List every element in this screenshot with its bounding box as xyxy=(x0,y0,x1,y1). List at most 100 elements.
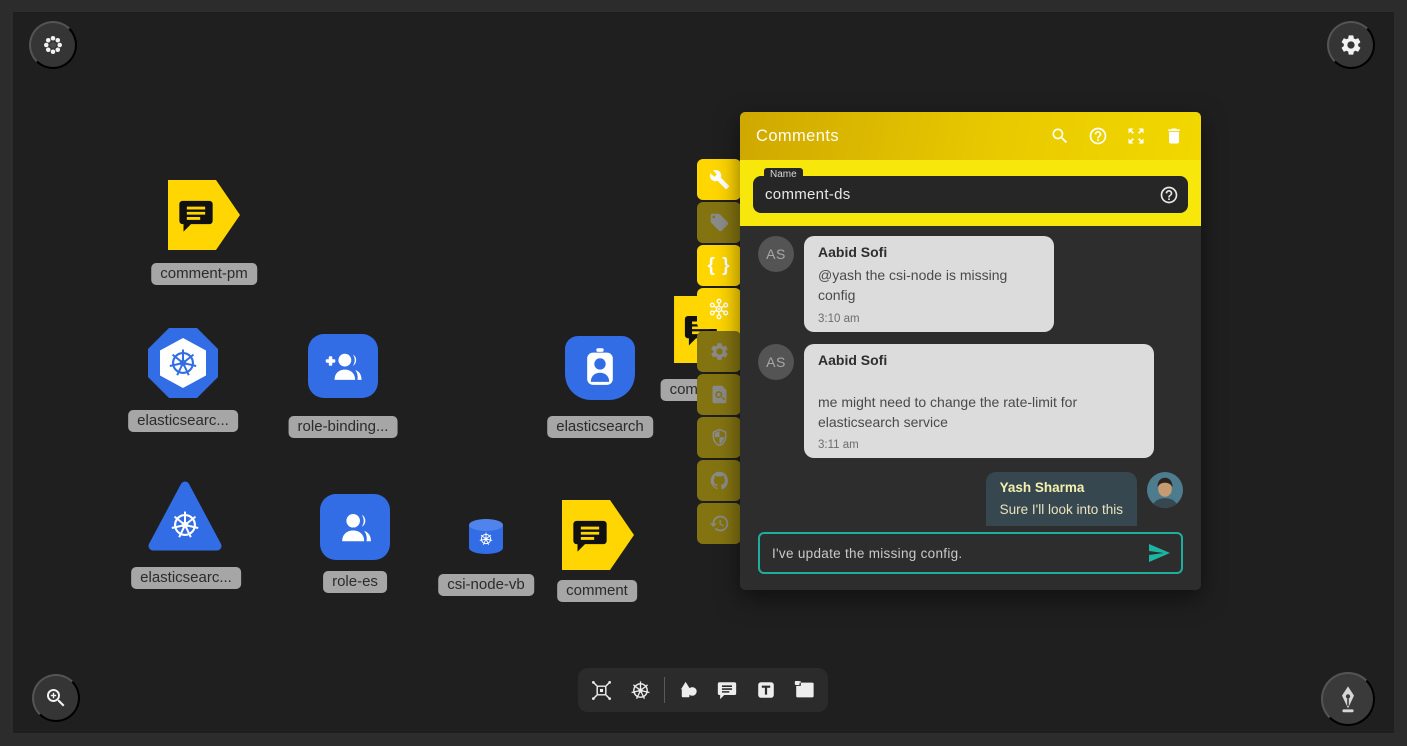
history-icon xyxy=(709,513,730,534)
settings-button[interactable] xyxy=(1327,21,1375,69)
node-csi-node-vb[interactable] xyxy=(467,518,505,556)
text-icon xyxy=(755,679,777,701)
persons-icon xyxy=(333,505,377,549)
comment-message: Yash Sharma Sure I'll look into this 3:2… xyxy=(758,472,1183,526)
person-plus-icon xyxy=(321,344,365,388)
help-icon xyxy=(1159,185,1179,205)
message-time: 3:10 am xyxy=(818,313,1040,325)
panel-title: Comments xyxy=(756,127,1035,146)
comments-panel: Comments Name AS Aabid Sofi @yash the cs… xyxy=(740,112,1201,590)
settings-action-button[interactable] xyxy=(697,331,741,372)
node-comment-pm[interactable] xyxy=(168,180,240,250)
comment-message: AS Aabid Sofi me might need to change th… xyxy=(758,344,1183,459)
comment-icon xyxy=(716,679,738,701)
tag-button[interactable] xyxy=(697,202,741,243)
shield-icon xyxy=(709,427,730,448)
comment-message: AS Aabid Sofi @yash the csi-node is miss… xyxy=(758,236,1183,332)
delete-button[interactable] xyxy=(1161,123,1187,149)
settings-gear-icon xyxy=(1339,33,1363,57)
github-icon xyxy=(709,470,730,491)
node-label: role-binding... xyxy=(289,416,398,438)
node-role-binding[interactable] xyxy=(308,334,378,398)
expand-icon xyxy=(1126,126,1146,146)
message-text: Sure I'll look into this xyxy=(1000,500,1123,520)
circuit-icon xyxy=(590,679,613,702)
shapes-icon xyxy=(677,679,700,702)
search-button[interactable] xyxy=(1047,123,1073,149)
comment-tool-button[interactable] xyxy=(712,675,742,705)
name-section: Name xyxy=(740,160,1201,226)
id-badge-icon xyxy=(578,346,622,390)
message-bubble: Aabid Sofi me might need to change the r… xyxy=(804,344,1154,459)
node-label: elasticsearch xyxy=(547,416,653,438)
github-button[interactable] xyxy=(697,460,741,501)
node-label: elasticsearc... xyxy=(128,410,238,432)
configure-button[interactable] xyxy=(697,159,741,200)
text-tool-button[interactable] xyxy=(751,675,781,705)
flower-logo-icon xyxy=(40,32,66,58)
pen-tool-button[interactable] xyxy=(1321,672,1375,726)
kubernetes-button[interactable] xyxy=(625,675,655,705)
send-button[interactable] xyxy=(1147,541,1171,565)
tag-icon xyxy=(709,212,730,233)
message-time: 3:11 am xyxy=(818,439,1140,451)
canvas-toolbar xyxy=(578,668,828,712)
message-author: Aabid Sofi xyxy=(818,352,1140,368)
mesh-button[interactable] xyxy=(697,288,741,329)
comment-input[interactable] xyxy=(760,546,1147,561)
braces-icon: { } xyxy=(707,255,730,277)
app-menu-button[interactable] xyxy=(29,21,77,69)
node-role-es[interactable] xyxy=(320,494,390,560)
json-button[interactable]: { } xyxy=(697,245,741,286)
history-button[interactable] xyxy=(697,503,741,544)
message-author: Aabid Sofi xyxy=(818,244,1040,260)
kubernetes-icon xyxy=(166,346,200,380)
help-icon xyxy=(1088,126,1108,146)
node-elasticsearch-badge[interactable] xyxy=(565,336,635,400)
name-input[interactable] xyxy=(753,186,1159,203)
expand-button[interactable] xyxy=(1123,123,1149,149)
wrench-icon xyxy=(709,169,730,190)
help-button[interactable] xyxy=(1085,123,1111,149)
node-comment[interactable] xyxy=(562,500,634,570)
avatar xyxy=(1147,472,1183,508)
comments-panel-header[interactable]: Comments xyxy=(740,112,1201,160)
name-help-button[interactable] xyxy=(1159,185,1179,205)
avatar: AS xyxy=(758,344,794,380)
node-label: role-es xyxy=(323,571,387,593)
pen-nib-icon xyxy=(1332,683,1364,715)
trash-icon xyxy=(1164,126,1184,146)
message-bubble: Aabid Sofi @yash the csi-node is missing… xyxy=(804,236,1054,332)
avatar: AS xyxy=(758,236,794,272)
components-button[interactable] xyxy=(587,675,617,705)
molecule-flower-icon xyxy=(706,296,732,322)
message-text: me might need to change the rate-limit f… xyxy=(818,392,1140,433)
search-icon xyxy=(1050,126,1070,146)
send-icon xyxy=(1147,541,1171,565)
composer xyxy=(758,532,1183,574)
comments-thread[interactable]: AS Aabid Sofi @yash the csi-node is miss… xyxy=(740,226,1201,526)
security-button[interactable] xyxy=(697,417,741,458)
name-field-label: Name xyxy=(764,168,803,182)
doc-preview-button[interactable] xyxy=(697,374,741,415)
kubernetes-icon xyxy=(629,679,652,702)
message-text: @yash the csi-node is missing config xyxy=(818,265,1040,306)
node-elasticsearch-triangle[interactable] xyxy=(148,480,222,554)
toolbar-divider xyxy=(664,677,665,703)
node-label: elasticsearc... xyxy=(131,567,241,589)
shapes-button[interactable] xyxy=(674,675,704,705)
doc-search-icon xyxy=(709,384,730,405)
node-elasticsearch-octagon[interactable] xyxy=(148,328,218,398)
node-label: csi-node-vb xyxy=(438,574,534,596)
zoom-button[interactable] xyxy=(32,674,80,722)
image-icon xyxy=(793,679,815,701)
node-action-toolbar: { } xyxy=(697,159,741,544)
media-tool-button[interactable] xyxy=(789,675,819,705)
app-root: { "colors": { "accent_yellow": "#ffd600"… xyxy=(0,0,1407,746)
node-label: comment xyxy=(557,580,637,602)
gear-icon xyxy=(709,341,730,362)
node-label: comment-pm xyxy=(151,263,257,285)
message-bubble: Yash Sharma Sure I'll look into this 3:2… xyxy=(986,472,1137,526)
message-author: Yash Sharma xyxy=(1000,480,1123,495)
zoom-in-icon xyxy=(44,686,68,710)
